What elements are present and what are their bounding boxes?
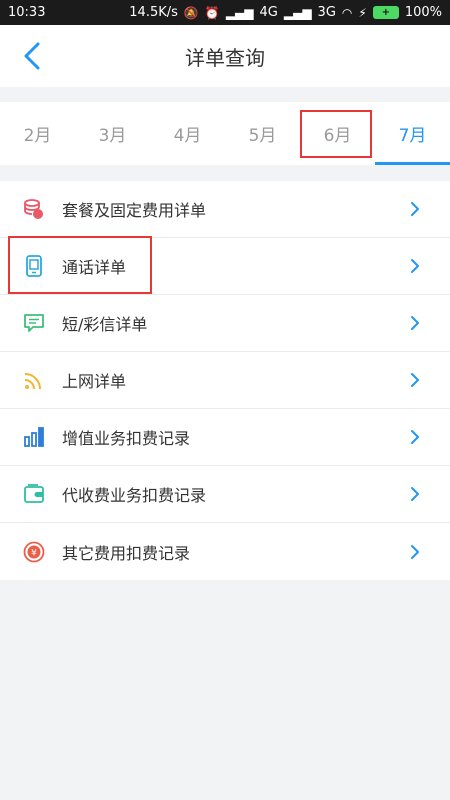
bar-chart-icon [20,423,48,451]
menu-item-other-charges[interactable]: ¥ 其它费用扣费记录 [0,523,450,580]
svg-text:¥: ¥ [31,548,37,558]
tab-month-3[interactable]: 3月 [75,102,150,165]
tab-month-2[interactable]: 2月 [0,102,75,165]
battery-level: 100% [404,5,442,20]
alarm-icon: ⏰ [204,5,220,20]
chevron-right-icon [408,371,422,389]
coins-icon [20,195,48,223]
menu-item-label: 套餐及固定费用详单 [62,201,207,220]
charging-icon: ⚡ [358,5,367,20]
menu-item-label: 代收费业务扣费记录 [62,486,207,505]
status-bar: 10:33 14.5K/s 🔕 ⏰ ▂▄▆ 4G ▂▄▆ 3G ◠ ⚡ + 10… [0,0,450,25]
menu-item-package-fees[interactable]: 套餐及固定费用详单 [0,181,450,238]
chevron-right-icon [408,257,422,275]
menu-item-label: 增值业务扣费记录 [62,429,191,448]
tab-month-4[interactable]: 4月 [150,102,225,165]
phone-icon [20,252,48,280]
detail-menu: 套餐及固定费用详单 通话详单 短/彩信详单 上网详单 增值业务扣费记录 代收费业… [0,181,450,580]
tab-month-6[interactable]: 6月 [300,102,375,165]
menu-item-label: 通话详单 [62,258,127,277]
network-type-2: 3G [317,5,336,20]
mute-icon: 🔕 [183,5,199,20]
back-button[interactable] [14,25,50,87]
chevron-left-icon [24,42,40,70]
status-time: 10:33 [8,5,46,20]
menu-item-value-added-charges[interactable]: 增值业务扣费记录 [0,409,450,466]
signal-icon: ▂▄▆ [225,5,254,20]
tab-month-7[interactable]: 7月 [375,102,450,165]
status-icons: 14.5K/s 🔕 ⏰ ▂▄▆ 4G ▂▄▆ 3G ◠ ⚡ + 100% [129,5,442,20]
menu-item-label: 其它费用扣费记录 [62,543,191,563]
wallet-icon [20,480,48,508]
menu-item-call-details[interactable]: 通话详单 [0,238,450,295]
header: 详单查询 [0,25,450,87]
menu-item-label: 上网详单 [62,372,127,391]
message-icon [20,309,48,337]
chevron-right-icon [408,543,422,561]
tab-month-5[interactable]: 5月 [225,102,300,165]
yuan-coin-icon: ¥ [20,538,48,566]
chevron-right-icon [408,314,422,332]
chevron-right-icon [408,428,422,446]
wifi-icon [20,366,48,394]
chevron-right-icon [408,200,422,218]
menu-item-data-details[interactable]: 上网详单 [0,352,450,409]
wifi-status-icon: ◠ [341,5,353,20]
signal-icon-2: ▂▄▆ [283,5,312,20]
network-type-1: 4G [259,5,278,20]
menu-item-sms-details[interactable]: 短/彩信详单 [0,295,450,352]
battery-icon: + [372,6,399,19]
chevron-right-icon [408,485,422,503]
menu-item-collection-charges[interactable]: 代收费业务扣费记录 [0,466,450,523]
menu-item-label: 短/彩信详单 [62,315,148,334]
page-title: 详单查询 [185,45,265,70]
network-speed: 14.5K/s [129,5,178,20]
month-tabs: 2月 3月 4月 5月 6月 7月 [0,102,450,165]
